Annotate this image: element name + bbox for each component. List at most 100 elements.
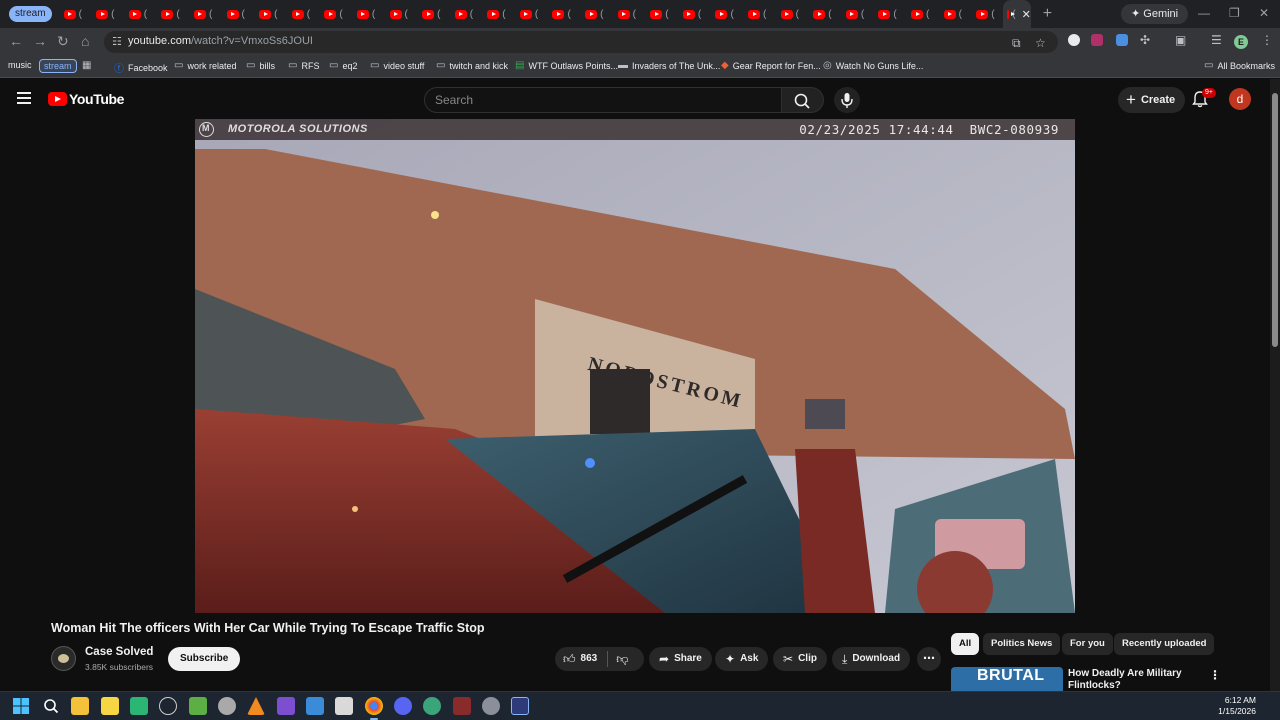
tab-search-icon[interactable]: ☰ — [1211, 33, 1222, 47]
app-icon[interactable] — [453, 697, 471, 715]
scrollbar-thumb[interactable] — [1272, 93, 1278, 347]
app-icon[interactable] — [511, 697, 529, 715]
ask-button[interactable]: ✦ Ask — [715, 647, 769, 671]
browser-tab[interactable]: ( — [58, 0, 91, 28]
discord-icon[interactable] — [394, 697, 412, 715]
clip-button[interactable]: ✂ Clip — [773, 647, 827, 671]
browser-menu-icon[interactable]: ⋮ — [1261, 33, 1273, 47]
bookmark-item[interactable]: ▬ Invaders of The Unk... — [618, 60, 720, 71]
browser-tab[interactable]: ( — [221, 0, 254, 28]
bookmark-folder[interactable]: ▭ video stuff — [370, 60, 424, 71]
app-icon[interactable] — [335, 697, 353, 715]
dislike-button[interactable]: 👎︎ — [608, 647, 638, 671]
maximize-window-button[interactable]: ❐ — [1229, 6, 1240, 20]
create-button[interactable]: + Create — [1118, 87, 1186, 113]
more-actions-button[interactable]: ⋯ — [917, 647, 941, 671]
browser-tab[interactable]: ( — [775, 0, 808, 28]
chip-for-you[interactable]: For you — [1062, 633, 1113, 655]
bookmark-folder[interactable]: ▭ RFS — [288, 60, 319, 71]
sticky-notes-icon[interactable] — [101, 697, 119, 715]
channel-name[interactable]: Case Solved — [85, 646, 153, 658]
browser-tab[interactable]: ( — [449, 0, 482, 28]
like-button[interactable]: 👍︎ 863 — [555, 647, 607, 671]
app-icon[interactable] — [130, 697, 148, 715]
guide-menu-icon[interactable] — [17, 92, 31, 107]
bookmark-folder[interactable]: ▭ twitch and kick — [436, 60, 508, 71]
browser-tab[interactable]: ( — [318, 0, 351, 28]
voice-search-button[interactable] — [834, 87, 860, 113]
browser-tab[interactable]: ( — [253, 0, 286, 28]
subscribe-button[interactable]: Subscribe — [168, 647, 241, 671]
back-icon[interactable]: ← — [9, 33, 23, 49]
tab-group-label[interactable]: stream — [9, 6, 52, 22]
recommended-menu-icon[interactable]: ⋮ — [1209, 668, 1221, 682]
all-bookmarks-folder[interactable]: ▭ All Bookmarks — [1204, 60, 1275, 71]
browser-tab[interactable]: ( — [286, 0, 319, 28]
share-button[interactable]: ➦ Share — [649, 647, 712, 671]
search-button[interactable] — [782, 87, 824, 113]
chip-recently-uploaded[interactable]: Recently uploaded — [1114, 633, 1215, 655]
close-tab-icon[interactable]: ✕ — [1022, 8, 1031, 21]
search-icon[interactable] — [42, 697, 60, 715]
browser-tab[interactable]: ( — [579, 0, 612, 28]
forward-icon[interactable]: → — [33, 33, 47, 49]
youtube-wordmark[interactable]: YouTube — [69, 91, 124, 107]
browser-tab[interactable]: ( — [351, 0, 384, 28]
system-clock[interactable]: 6:12 AM 1/15/2026 — [1218, 695, 1256, 717]
file-explorer-icon[interactable] — [71, 697, 89, 715]
chip-politics-news[interactable]: Politics News — [983, 633, 1061, 655]
browser-tab[interactable]: ( — [514, 0, 547, 28]
browser-tab-active[interactable]: (✕ — [1002, 0, 1031, 28]
chip-all[interactable]: All — [951, 633, 980, 655]
app-icon[interactable] — [306, 697, 324, 715]
app-icon[interactable] — [277, 697, 295, 715]
browser-tab[interactable]: ( — [90, 0, 123, 28]
app-icon[interactable] — [218, 697, 236, 715]
browser-tab[interactable]: ( — [677, 0, 710, 28]
minimize-window-button[interactable]: — — [1198, 6, 1210, 20]
windows-start-icon[interactable] — [12, 697, 30, 715]
browser-tab[interactable]: ( — [612, 0, 645, 28]
youtube-logo-icon[interactable] — [48, 92, 67, 106]
channel-avatar[interactable] — [51, 646, 76, 671]
browser-tab[interactable]: ( — [970, 0, 1003, 28]
browser-tab[interactable]: ( — [123, 0, 156, 28]
reload-icon[interactable]: ↻ — [57, 33, 69, 50]
browser-tab[interactable]: ( — [905, 0, 938, 28]
bookmark-folder[interactable]: ▭ bills — [246, 60, 275, 71]
browser-tab[interactable]: ( — [416, 0, 449, 28]
chrome-icon[interactable] — [365, 697, 383, 715]
bookmark-item[interactable]: ◆ Gear Report for Fen... — [721, 60, 821, 71]
download-button[interactable]: ⤓ Download — [832, 647, 911, 671]
bookmark-star-icon[interactable]: ☆ — [1035, 36, 1046, 50]
browser-tab[interactable]: ( — [155, 0, 188, 28]
browser-tab[interactable]: ( — [938, 0, 971, 28]
home-icon[interactable]: ⌂ — [81, 33, 89, 49]
extension-icon[interactable] — [1068, 34, 1080, 46]
recommended-video-title[interactable]: How Deadly Are Military Flintlocks? — [1068, 668, 1208, 690]
close-window-button[interactable]: ✕ — [1259, 6, 1269, 20]
page-scrollbar[interactable] — [1270, 79, 1280, 692]
bookmark-item[interactable]: ⓕ Facebook — [114, 60, 168, 76]
steam-icon[interactable] — [159, 697, 177, 715]
vlc-icon[interactable] — [247, 697, 265, 715]
browser-tab[interactable]: ( — [481, 0, 514, 28]
app-icon[interactable] — [189, 697, 207, 715]
bookmark-folder[interactable]: ▭ eq2 — [329, 60, 357, 71]
extension-icon[interactable] — [1091, 34, 1103, 46]
extensions-puzzle-icon[interactable]: ✣ — [1140, 33, 1150, 47]
side-panel-icon[interactable]: ▣ — [1175, 33, 1186, 47]
browser-tab[interactable]: ( — [840, 0, 873, 28]
bookmark-item[interactable]: music — [8, 60, 32, 70]
gemini-button[interactable]: ✦ Gemini — [1121, 4, 1189, 24]
profile-avatar[interactable]: E — [1234, 35, 1248, 49]
browser-tab[interactable]: ( — [188, 0, 221, 28]
site-info-icon[interactable]: ☷ — [112, 35, 122, 48]
browser-tab[interactable]: ( — [384, 0, 417, 28]
browser-tab[interactable]: ( — [742, 0, 775, 28]
browser-tab[interactable]: ( — [644, 0, 677, 28]
address-bar[interactable]: ☷ youtube.com/watch?v=VmxoSs6JOUI ⧉ ☆ — [104, 31, 1058, 53]
browser-tab[interactable]: ( — [709, 0, 742, 28]
settings-gear-icon[interactable] — [482, 697, 500, 715]
new-tab-button[interactable]: + — [1043, 5, 1052, 23]
